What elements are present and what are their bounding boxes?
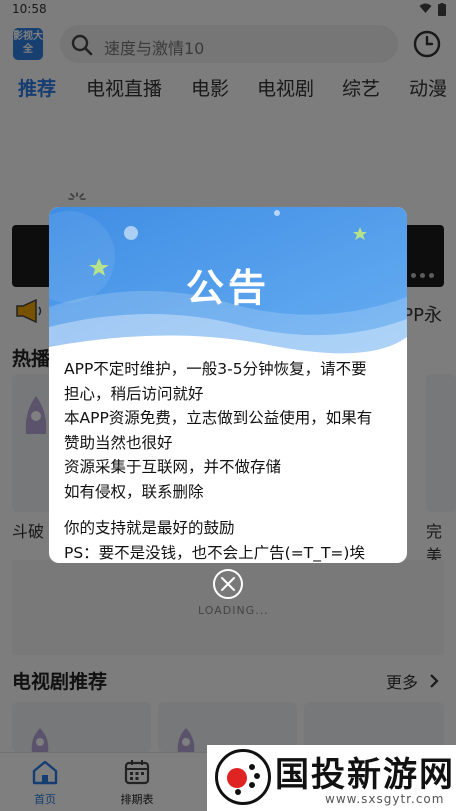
dialog-line: PS：要不是没钱，也不会上广告(=T_T=)埃	[64, 543, 365, 562]
dialog-line: 如有侵权，联系删除	[64, 482, 204, 501]
dialog-line: 你的支持就是最好的鼓励	[64, 519, 235, 537]
announcement-dialog: 公告 APP不定时维护，一般3-5分钟恢复，请不要 担心，稍后访问就好 本APP…	[49, 207, 407, 563]
dialog-line: APP不定时维护，一般3-5分钟恢复，请不要	[64, 360, 367, 378]
site-watermark: 国投新游网 www.sxsgytr.com	[207, 745, 456, 811]
dialog-content[interactable]: APP不定时维护，一般3-5分钟恢复，请不要 担心，稍后访问就好 本APP资源免…	[64, 357, 394, 563]
dialog-line: 资源采集于互联网，并不做存储	[64, 458, 282, 476]
watermark-text: 国投新游网	[275, 755, 455, 795]
dialog-title: 公告	[185, 266, 270, 310]
dialog-line: 本APP资源免费，立志做到公益使用，如果有	[64, 409, 373, 427]
dialog-header: 公告	[49, 207, 407, 355]
close-icon	[221, 577, 235, 591]
dialog-line: 担心，稍后访问就好	[64, 384, 204, 403]
watermark-url: www.sxsgytr.com	[325, 792, 445, 806]
watermark-logo-icon	[227, 764, 260, 795]
dialog-line: 赞助当然也很好	[64, 433, 173, 452]
watermark-logo	[215, 749, 271, 805]
dialog-close-button[interactable]	[213, 569, 243, 599]
